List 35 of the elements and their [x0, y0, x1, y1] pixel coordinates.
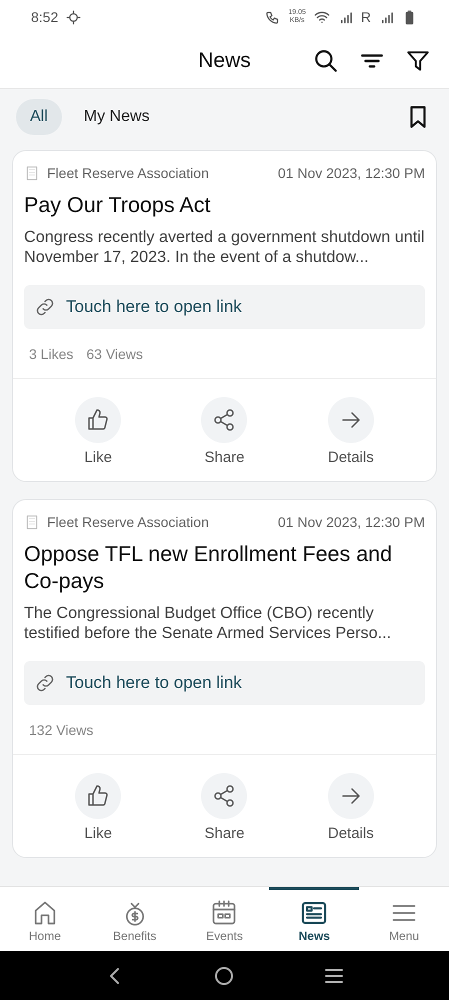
stat-count: 3 Likes — [29, 346, 74, 362]
nav-tab[interactable]: Home — [0, 887, 90, 951]
link-icon — [34, 296, 56, 318]
wifi-icon — [314, 9, 330, 25]
news-date: 01 Nov 2023, 12:30 PM — [278, 165, 425, 181]
news-source: Fleet Reserve Association — [47, 165, 210, 181]
nav-tab[interactable]: Events — [180, 887, 270, 951]
tab[interactable]: My News — [70, 99, 164, 135]
search-icon[interactable] — [313, 48, 339, 74]
stat-count: 132 Views — [29, 722, 94, 738]
share-icon — [212, 784, 236, 808]
nav-tab[interactable]: Benefits — [90, 887, 180, 951]
stat-count: 63 Views — [86, 346, 143, 362]
news-date: 01 Nov 2023, 12:30 PM — [278, 514, 425, 530]
news-title: Pay Our Troops Act — [24, 192, 212, 219]
thumbs-up-icon — [86, 408, 110, 432]
signal-icon — [379, 10, 394, 24]
link-icon — [34, 672, 56, 694]
tab[interactable]: All — [16, 99, 62, 135]
building-icon — [24, 165, 40, 181]
share-icon — [212, 408, 236, 432]
phone-icon — [265, 10, 280, 24]
news-summary: Congress recently averted a government shutdown until November 17, 2023. In the event of a shutdow... — [24, 227, 425, 267]
news-title: Oppose TFL new Enrollment Fees and Co-pays — [24, 541, 394, 595]
open-link-button[interactable]: Touch here to open link — [24, 661, 425, 705]
news-summary: The Congressional Budget Office (CBO) recently testified before the Senate Armed Services Perso... — [24, 603, 392, 643]
open-link-button[interactable]: Touch here to open link — [24, 285, 425, 329]
thumbs-up-icon — [86, 784, 110, 808]
nav-tab[interactable]: Menu — [359, 887, 449, 951]
building-icon — [24, 514, 40, 530]
news-source: Fleet Reserve Association — [47, 514, 210, 530]
status-time: 8:52 — [31, 9, 58, 25]
calendar-icon — [210, 898, 238, 926]
page-title: News — [198, 49, 251, 73]
roaming-indicator: R — [360, 9, 371, 25]
